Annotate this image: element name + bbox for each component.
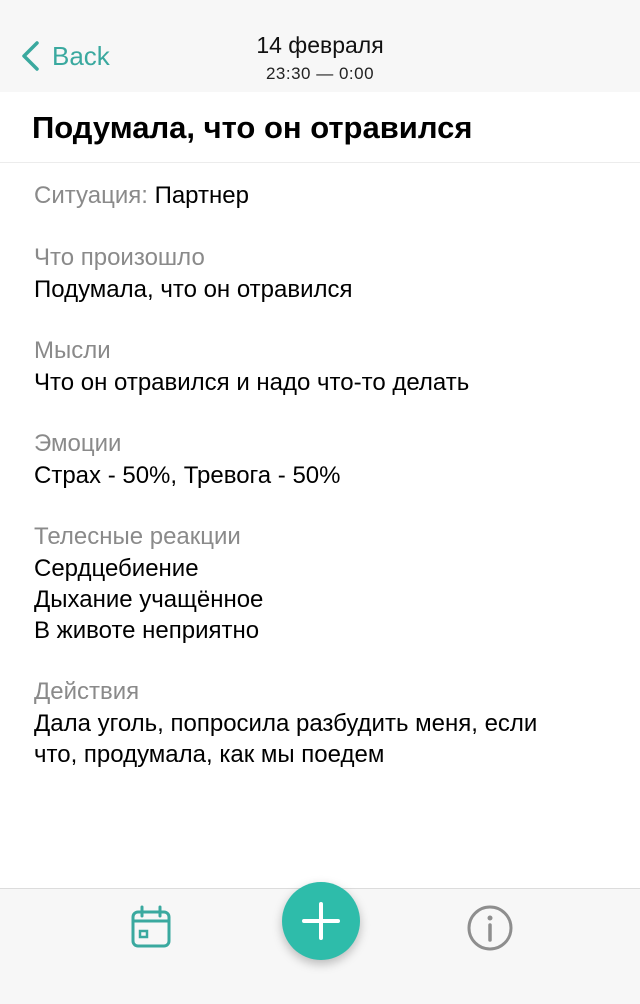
situation-value: Партнер — [154, 182, 249, 209]
section-label: Что произошло — [34, 244, 205, 271]
tab-info[interactable] — [467, 905, 513, 951]
section-value: Сердцебиение — [34, 555, 199, 582]
section-thoughts: Мысли Что он отравился и надо что-то дел… — [34, 335, 614, 398]
section-actions: Действия Дала уголь, попросила разбудить… — [34, 676, 614, 770]
section-value: Что он отравился и надо что-то делать — [34, 369, 470, 396]
calendar-icon — [131, 905, 171, 948]
nav-title: 14 февраля — [256, 32, 384, 58]
entry-headline-bar: Подумала, что он отравился — [0, 92, 640, 163]
section-value: В животе неприятно — [34, 617, 260, 644]
entry-headline: Подумала, что он отравился — [32, 110, 473, 145]
section-value: Подумала, что он отравился — [34, 276, 353, 303]
nav-bar: Back 14 февраля 23:30 — 0:00 — [0, 0, 640, 93]
section-what-happened: Что произошло Подумала, что он отравился — [34, 242, 614, 305]
situation-label: Ситуация: — [34, 182, 148, 209]
entry-details: Ситуация: Партнер Что произошло Подумала… — [34, 180, 614, 770]
section-label: Мысли — [34, 337, 111, 364]
section-label: Эмоции — [34, 430, 122, 457]
section-label: Действия — [34, 678, 140, 705]
section-emotions: Эмоции Страх - 50%, Тревога - 50% — [34, 428, 614, 491]
add-entry-button[interactable] — [282, 882, 360, 960]
info-icon — [467, 905, 513, 951]
section-body-reactions: Телесные реакции Сердцебиение Дыхание уч… — [34, 521, 614, 646]
section-label: Телесные реакции — [34, 523, 241, 550]
situation-row: Ситуация: Партнер — [34, 180, 614, 212]
section-value: что, продумала, как мы поедем — [34, 741, 385, 768]
plus-icon — [302, 902, 340, 940]
section-value: Дыхание учащённое — [34, 586, 264, 613]
section-value: Страх - 50%, Тревога - 50% — [34, 462, 341, 489]
nav-subtitle: 23:30 — 0:00 — [265, 64, 375, 83]
tab-calendar[interactable] — [130, 905, 172, 949]
section-value: Дала уголь, попросила разбудить меня, ес… — [34, 710, 538, 737]
